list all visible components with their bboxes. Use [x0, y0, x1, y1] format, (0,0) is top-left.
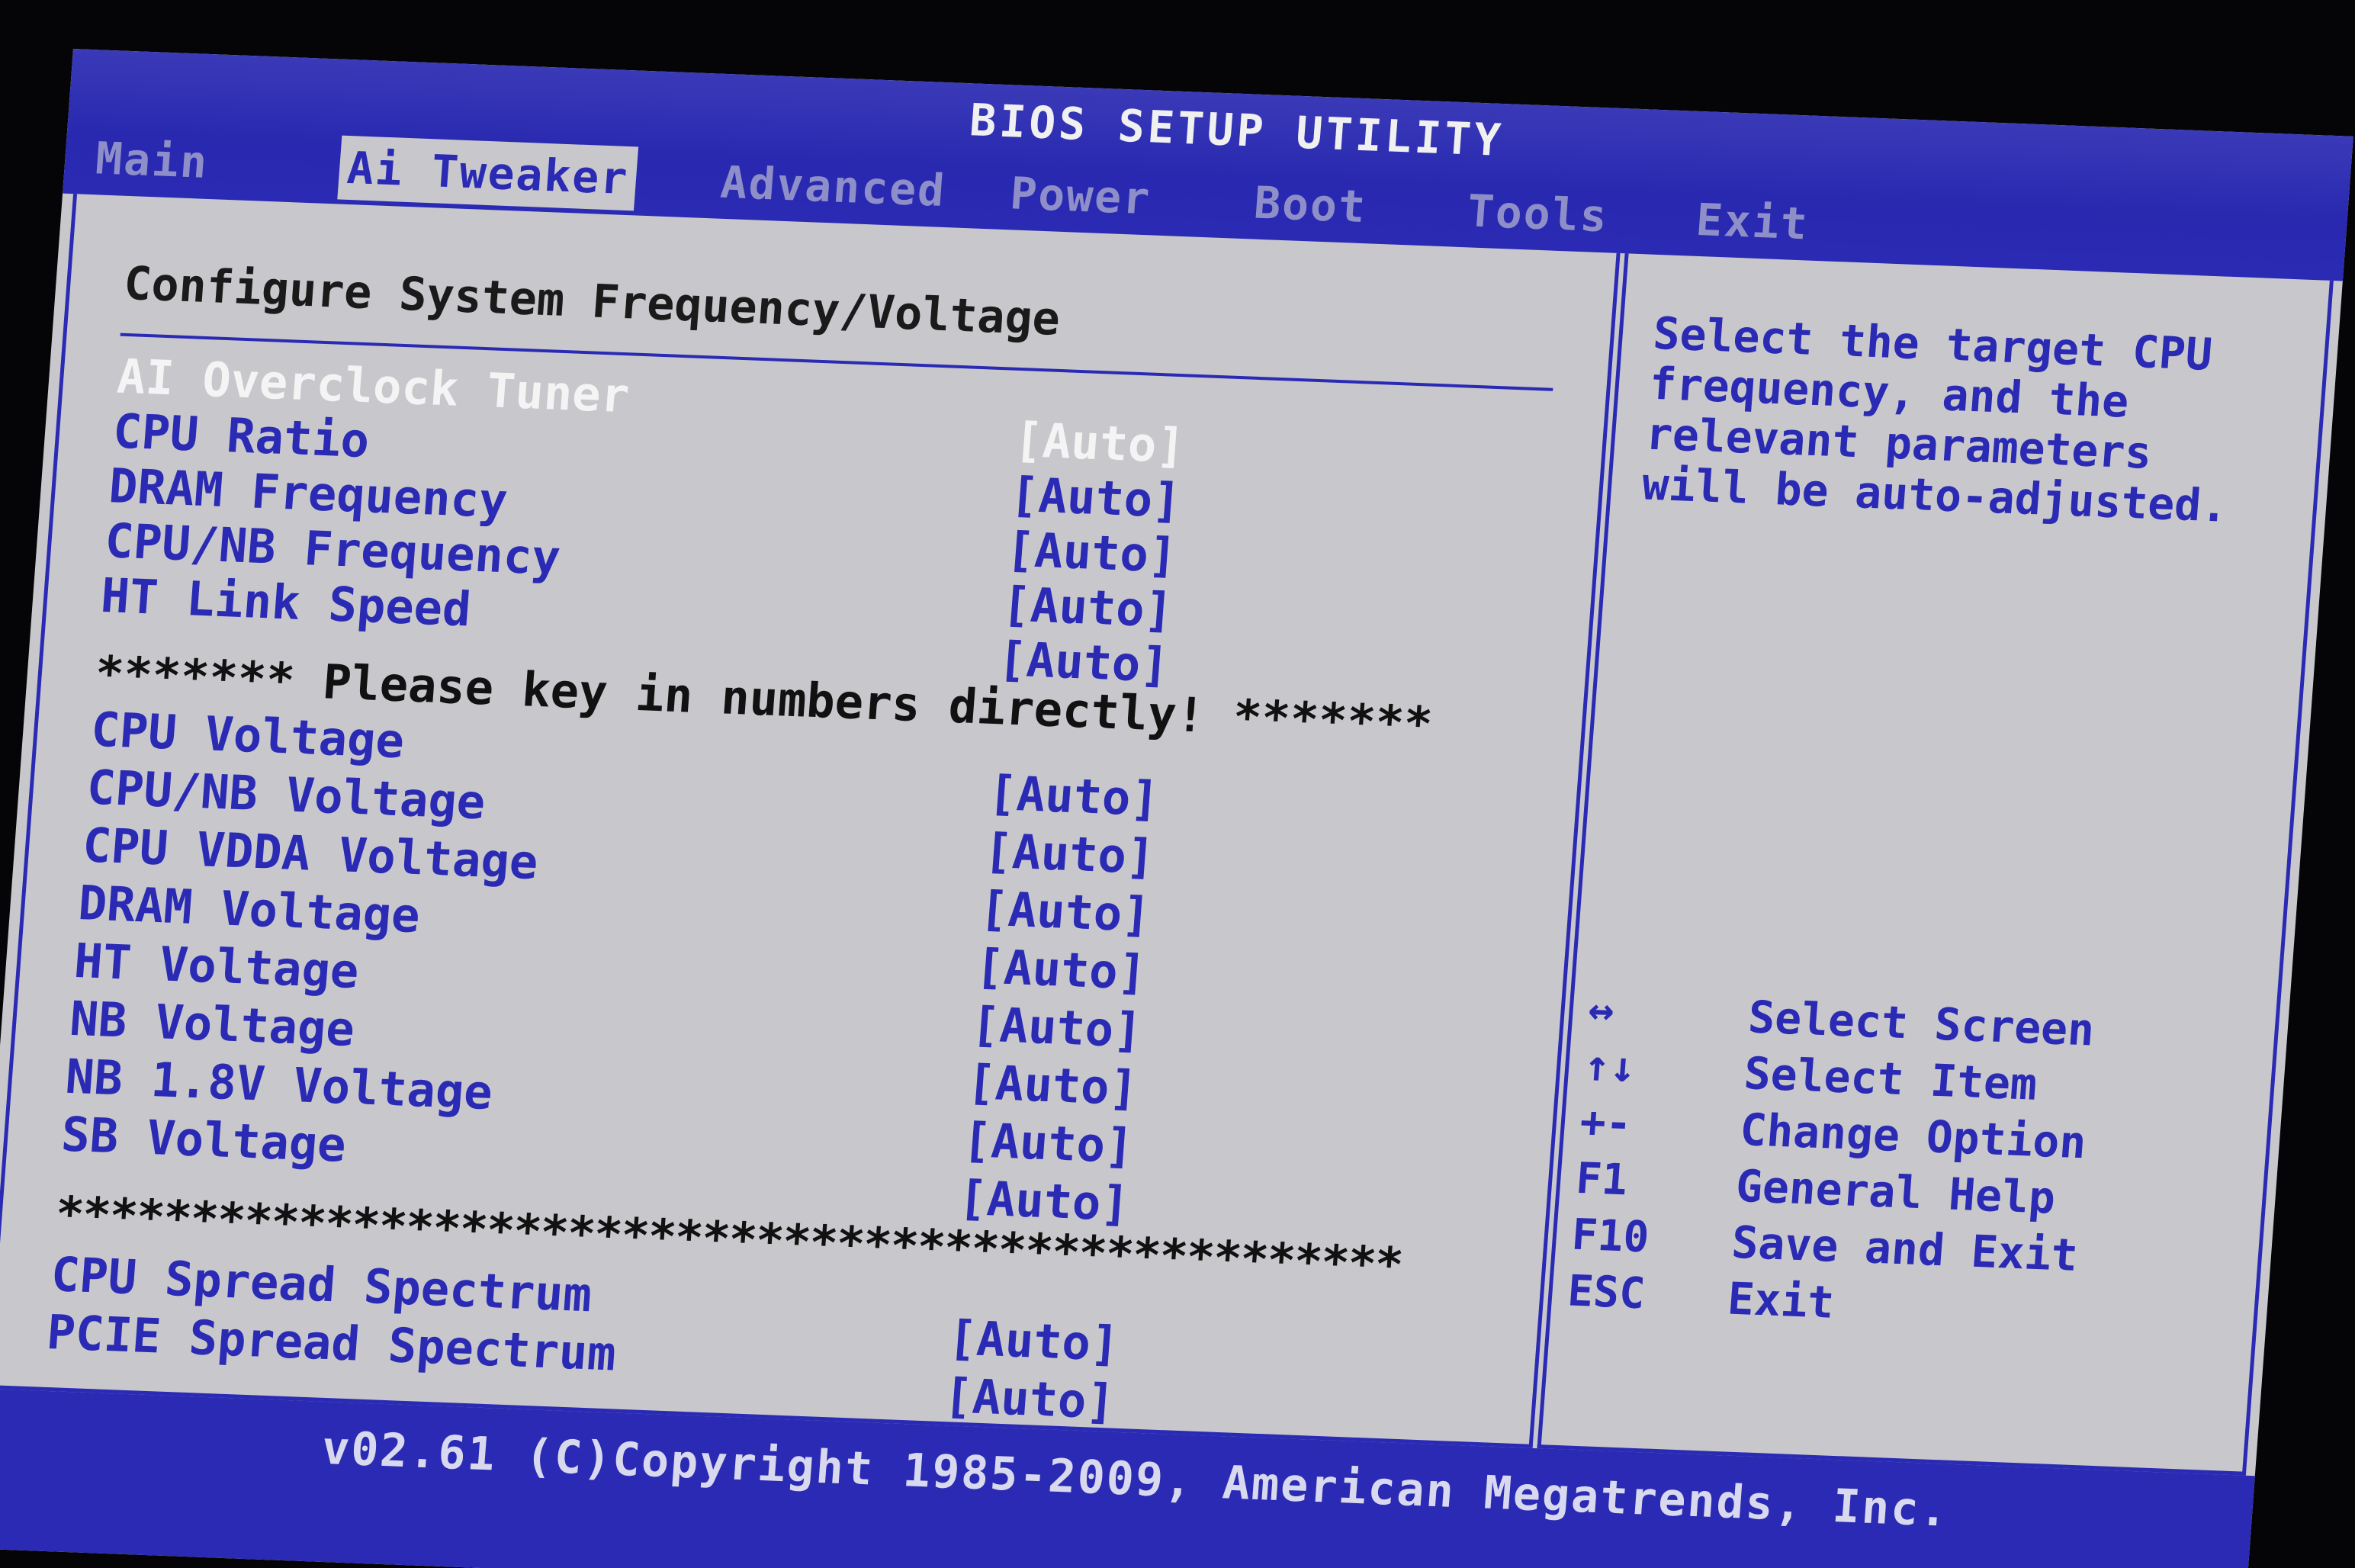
setting-label: DRAM Voltage: [76, 875, 422, 944]
setting-label: NB Voltage: [68, 990, 357, 1058]
tab-main[interactable]: Main: [93, 126, 210, 194]
left-right-arrows-icon: ↔: [1586, 985, 1616, 1036]
setting-value[interactable]: [Auto]: [942, 1367, 1116, 1429]
tab-power[interactable]: Power: [1008, 161, 1154, 230]
tab-tools[interactable]: Tools: [1465, 178, 1611, 248]
f1-key: F1: [1574, 1153, 1630, 1206]
tab-exit[interactable]: Exit: [1694, 188, 1811, 255]
setting-label: CPU Voltage: [89, 701, 406, 770]
up-down-arrows-icon: ↑↓: [1582, 1041, 1638, 1093]
tab-boot[interactable]: Boot: [1251, 171, 1369, 239]
tab-ai-tweaker[interactable]: Ai Tweaker: [337, 135, 639, 211]
plus-minus-key: +-: [1578, 1097, 1634, 1149]
section-title: Configure System Frequency/Voltage: [122, 256, 1062, 346]
setting-label: SB Voltage: [59, 1106, 349, 1173]
bios-title: BIOS SETUP UTILITY: [968, 94, 1506, 167]
key-description: Select Item: [1742, 1047, 2039, 1110]
setting-label: HT Voltage: [72, 933, 361, 1000]
tab-advanced[interactable]: Advanced: [718, 150, 948, 223]
key-description: Exit: [1725, 1272, 1836, 1329]
settings-panel: Configure System Frequency/Voltage AI Ov…: [0, 194, 1621, 1448]
esc-key: ESC: [1566, 1266, 1647, 1319]
key-legend: ↔ Select Screen ↑↓ Select Item +- Change…: [1566, 985, 2276, 1349]
help-panel: Select the target CPU frequency, and the…: [1537, 253, 2334, 1476]
f10-key: F10: [1569, 1210, 1651, 1263]
help-description: Select the target CPU frequency, and the…: [1640, 307, 2230, 532]
bios-screen: BIOS SETUP UTILITY Main Ai Tweaker Advan…: [0, 49, 2353, 1568]
key-description: Select Screen: [1746, 991, 2096, 1056]
